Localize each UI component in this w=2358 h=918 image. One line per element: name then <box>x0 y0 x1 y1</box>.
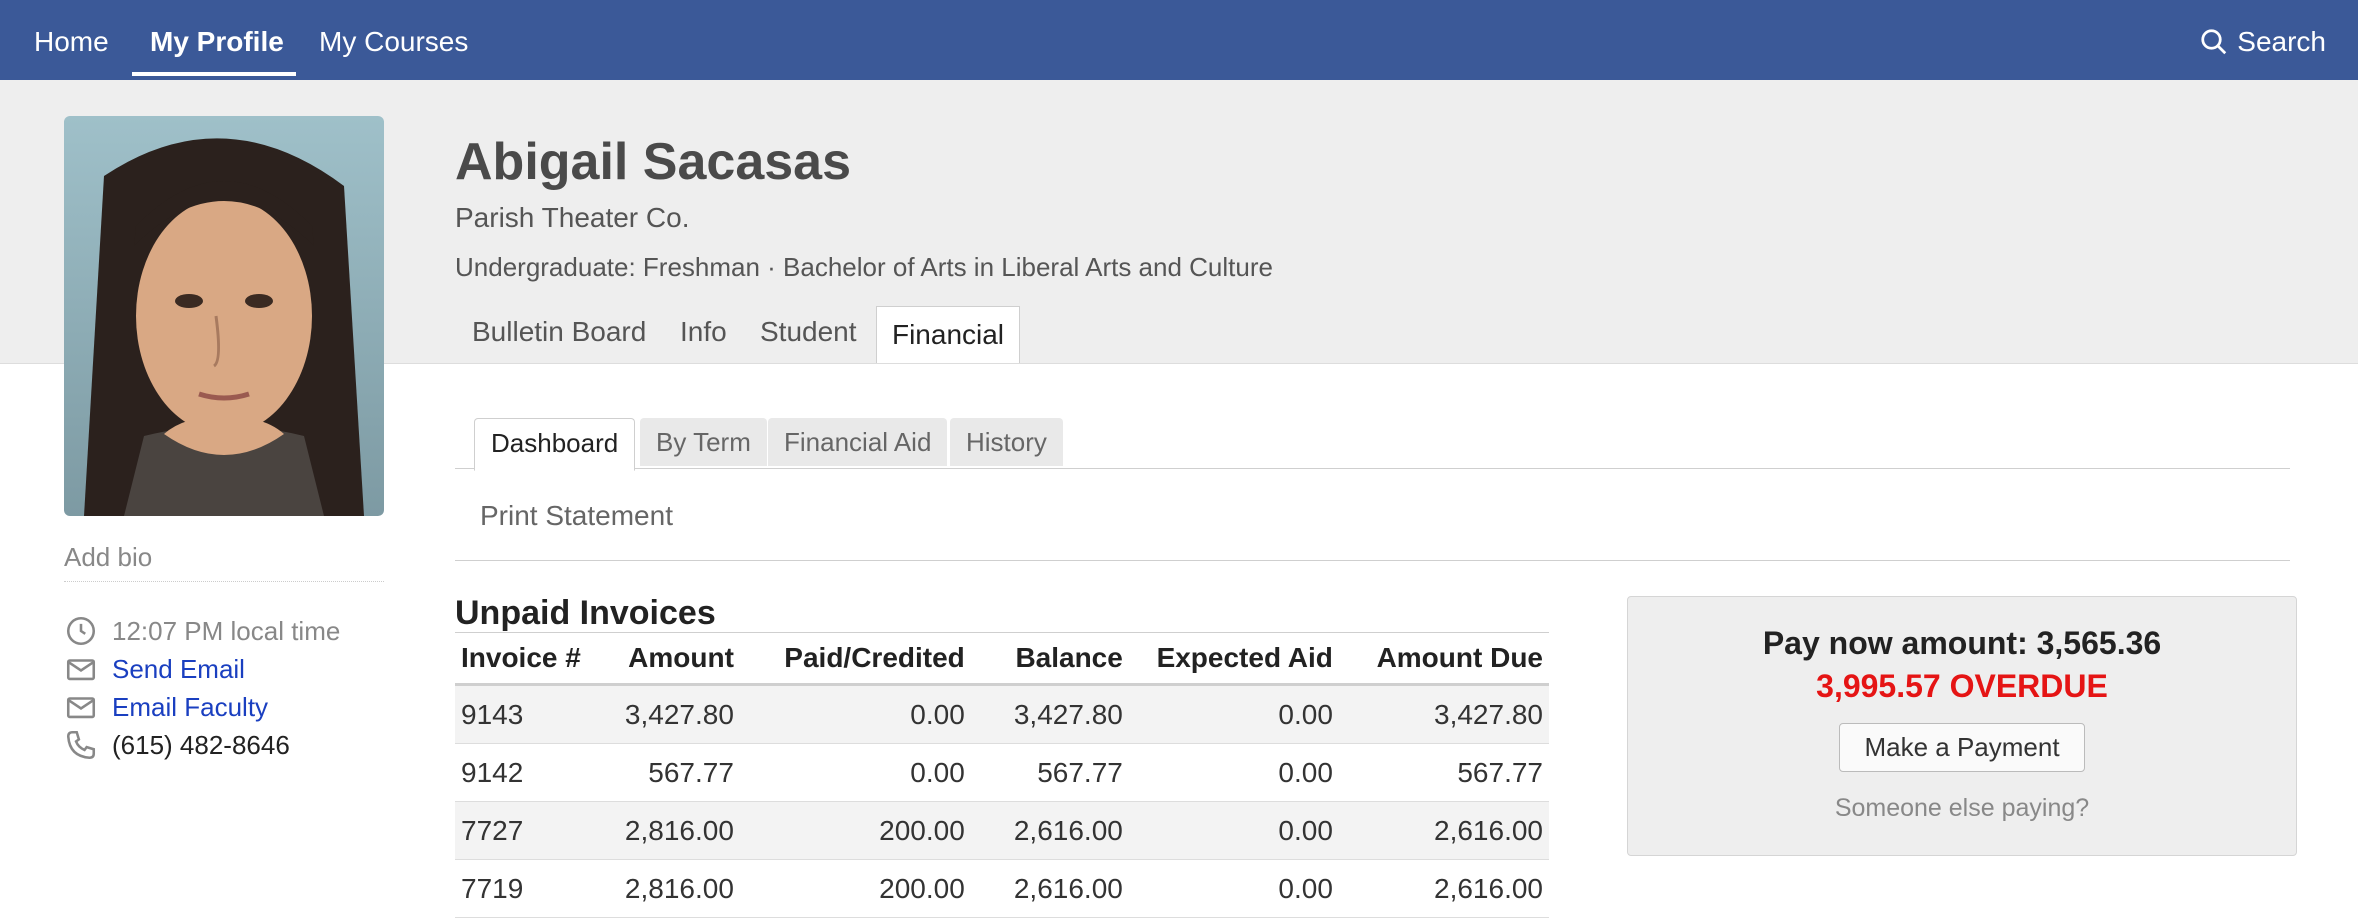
phone-number: (615) 482-8646 <box>112 729 290 760</box>
cell-amount: 3,427.80 <box>592 684 740 744</box>
col-balance: Balance <box>970 632 1129 686</box>
clock-icon <box>66 616 96 646</box>
cell-paid: 200.00 <box>739 801 971 860</box>
tab-bulletin-board[interactable]: Bulletin Board <box>472 316 646 348</box>
cell-amount-due: 2,616.00 <box>1338 801 1549 860</box>
col-expected-aid: Expected Aid <box>1128 632 1339 686</box>
cell-expected-aid: 0.00 <box>1128 743 1339 802</box>
col-invoice: Invoice # <box>455 632 593 686</box>
cell-amount-due: 567.77 <box>1338 743 1549 802</box>
print-statement-link[interactable]: Print Statement <box>480 500 673 532</box>
table-header-row: Invoice # Amount Paid/Credited Balance E… <box>455 632 1549 686</box>
cell-amount: 567.77 <box>592 743 740 802</box>
pay-now-amount: Pay now amount: 3,565.36 <box>1762 625 2162 661</box>
col-paid-credited: Paid/Credited <box>739 632 971 686</box>
cell-balance: 2,616.00 <box>970 801 1129 860</box>
email-faculty-row[interactable]: Email Faculty <box>64 690 268 724</box>
invoice-link[interactable]: 7719 <box>455 859 593 918</box>
table-row: 7719 2,816.00 200.00 2,616.00 0.00 2,616… <box>455 859 1549 918</box>
cell-paid: 200.00 <box>739 859 971 918</box>
nav-my-courses[interactable]: My Courses <box>319 28 468 56</box>
invoice-link[interactable]: 9143 <box>455 684 593 744</box>
table-row: 9142 567.77 0.00 567.77 0.00 567.77 <box>455 743 1549 802</box>
cell-amount: 2,816.00 <box>592 859 740 918</box>
table-row: 7727 2,816.00 200.00 2,616.00 0.00 2,616… <box>455 801 1549 860</box>
tab-student[interactable]: Student <box>760 316 857 348</box>
unpaid-invoices-title: Unpaid Invoices <box>455 594 716 632</box>
cell-amount: 2,816.00 <box>592 801 740 860</box>
local-time: 12:07 PM local time <box>64 614 340 648</box>
cell-amount-due: 3,427.80 <box>1338 684 1549 744</box>
nav-home[interactable]: Home <box>34 28 109 56</box>
cell-balance: 3,427.80 <box>970 684 1129 744</box>
cell-paid: 0.00 <box>739 684 971 744</box>
someone-else-paying-link[interactable]: Someone else paying? <box>1628 794 2296 823</box>
cell-expected-aid: 0.00 <box>1128 684 1339 744</box>
table-row: 9143 3,427.80 0.00 3,427.80 0.00 3,427.8… <box>455 684 1549 744</box>
subtab-dashboard[interactable]: Dashboard <box>474 418 636 471</box>
cell-balance: 567.77 <box>970 743 1129 802</box>
phone-row: (615) 482-8646 <box>64 728 290 762</box>
mail-icon <box>66 659 96 681</box>
unpaid-invoices-table: Invoice # Amount Paid/Credited Balance E… <box>455 632 1549 918</box>
make-payment-button[interactable]: Make a Payment <box>1839 723 2085 772</box>
cell-expected-aid: 0.00 <box>1128 859 1339 918</box>
tab-financial[interactable]: Financial <box>876 306 1020 363</box>
phone-icon <box>66 730 96 760</box>
profile-program: Undergraduate: Freshman · Bachelor of Ar… <box>455 252 1273 282</box>
local-time-text: 12:07 PM local time <box>112 615 341 646</box>
overdue-amount: 3,995.57 OVERDUE <box>1816 668 2108 704</box>
active-nav-underline <box>132 72 296 76</box>
email-faculty-link[interactable]: Email Faculty <box>112 692 268 723</box>
col-amount-due: Amount Due <box>1338 632 1549 686</box>
profile-name: Abigail Sacasas <box>455 133 851 191</box>
subtab-history[interactable]: History <box>950 418 1063 466</box>
mail-icon <box>66 697 96 719</box>
profile-organization: Parish Theater Co. <box>455 202 690 233</box>
search-icon <box>2201 29 2227 55</box>
section-divider <box>455 560 2290 561</box>
add-bio-link[interactable]: Add bio <box>64 542 384 582</box>
invoice-link[interactable]: 7727 <box>455 801 593 860</box>
cell-amount-due: 2,616.00 <box>1338 859 1549 918</box>
tab-info[interactable]: Info <box>680 316 727 348</box>
subtab-financial-aid[interactable]: Financial Aid <box>768 418 948 466</box>
payment-panel: Pay now amount: 3,565.36 3,995.57 OVERDU… <box>1627 596 2297 856</box>
subtabs-divider <box>455 468 2290 469</box>
search-label: Search <box>2237 26 2326 57</box>
subtab-by-term[interactable]: By Term <box>640 418 767 466</box>
cell-paid: 0.00 <box>739 743 971 802</box>
avatar <box>64 116 384 516</box>
top-nav: Home My Profile My Courses Search <box>0 0 2358 80</box>
cell-expected-aid: 0.00 <box>1128 801 1339 860</box>
cell-balance: 2,616.00 <box>970 859 1129 918</box>
search-button[interactable]: Search <box>2199 26 2326 58</box>
nav-my-profile[interactable]: My Profile <box>150 28 284 56</box>
invoice-link[interactable]: 9142 <box>455 743 593 802</box>
send-email-row[interactable]: Send Email <box>64 652 245 686</box>
col-amount: Amount <box>592 632 740 686</box>
send-email-link[interactable]: Send Email <box>112 654 245 685</box>
